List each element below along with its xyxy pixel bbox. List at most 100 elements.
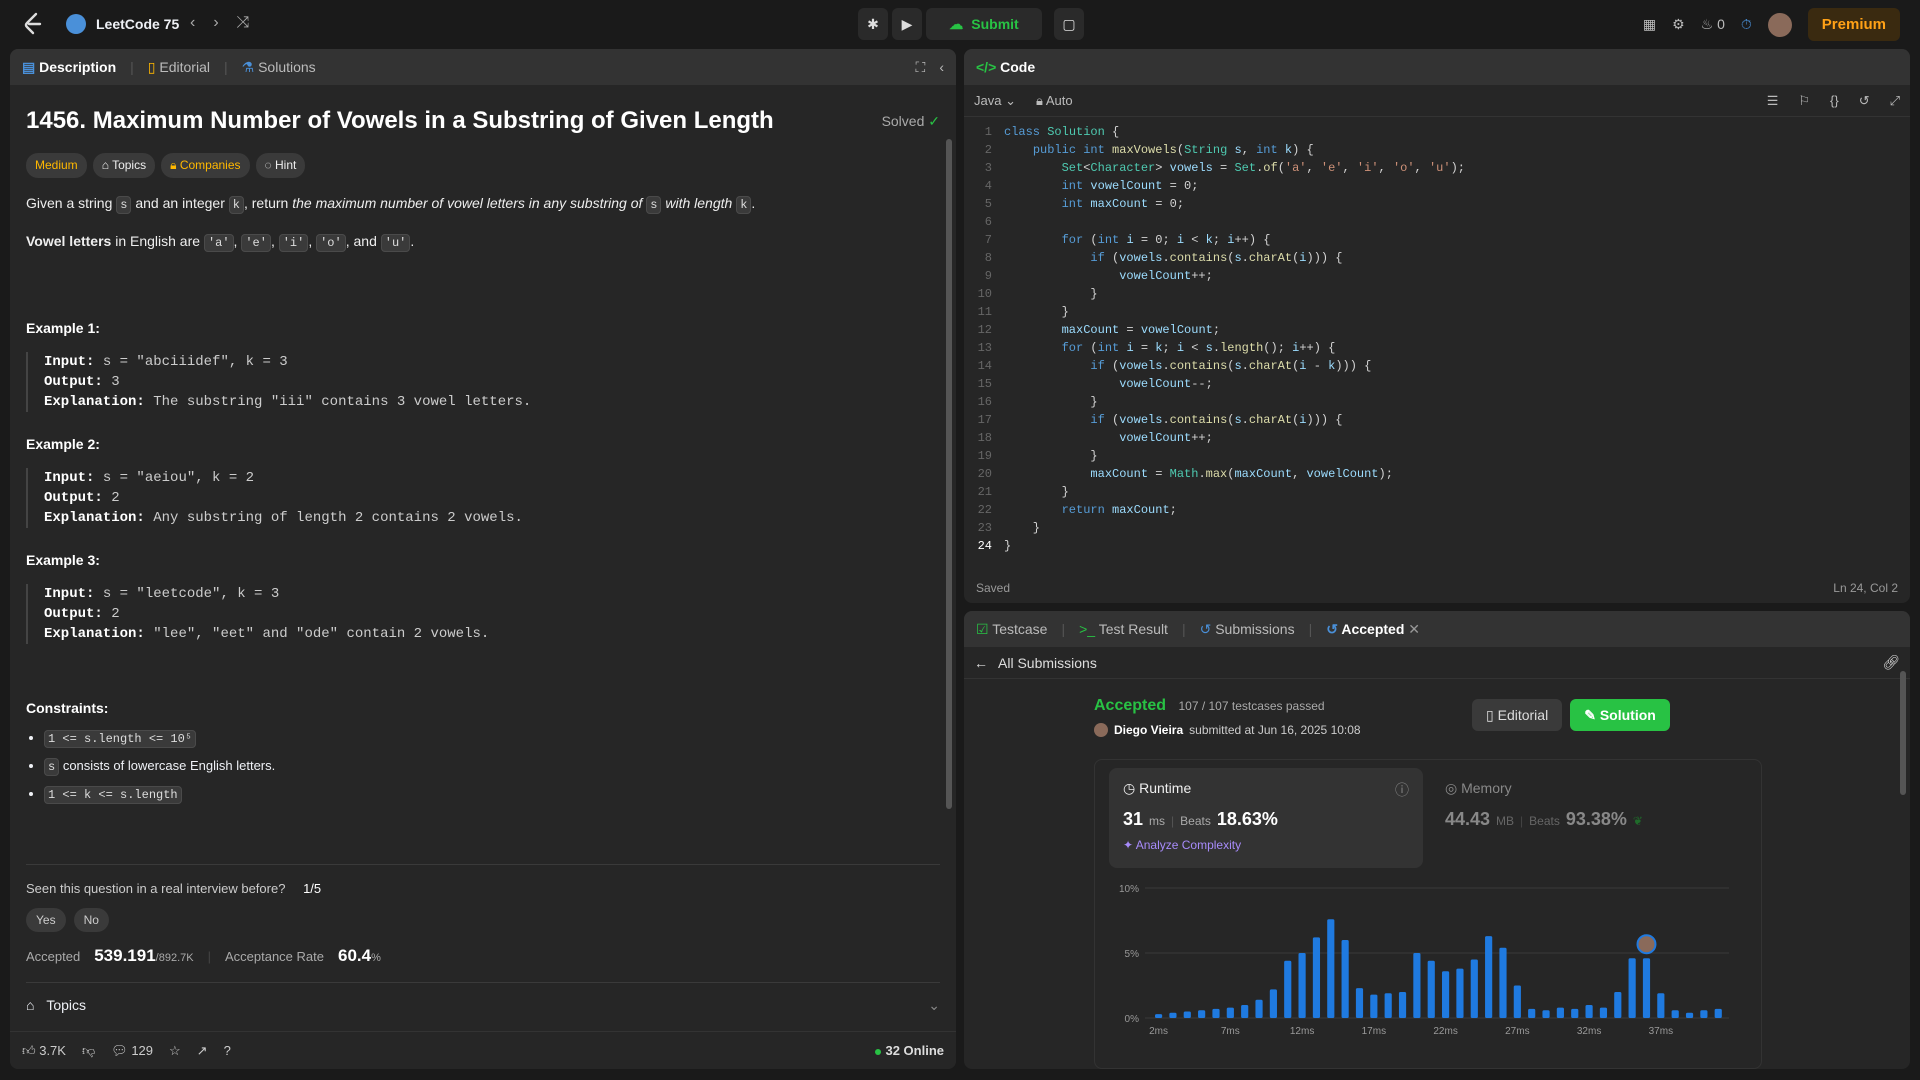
chart-bar	[1255, 999, 1263, 1018]
layout-icon[interactable]: ▦	[1643, 16, 1656, 33]
save-status: Saved	[976, 581, 1011, 595]
chart-bar	[1485, 936, 1493, 1018]
constraint-item: 1 <= s.length <= 10⁵	[44, 730, 940, 748]
back-arrow-icon[interactable]: ←	[974, 655, 988, 671]
flame-icon: ♨	[1700, 16, 1714, 32]
avatar[interactable]	[1767, 12, 1792, 37]
tab-code[interactable]: </> Code	[976, 59, 1035, 75]
yes-button[interactable]: Yes	[26, 908, 66, 932]
chart-bar	[1413, 953, 1421, 1018]
tab-testcase[interactable]: ☑ Testcase	[976, 621, 1047, 638]
constraint-item: s consists of lowercase English letters.	[44, 758, 940, 776]
title-row: 1456. Maximum Number of Vowels in a Subs…	[26, 107, 940, 135]
chart-x-tick-label: 17ms	[1362, 1026, 1386, 1037]
tab-divider: |	[1061, 621, 1066, 637]
all-submissions-link[interactable]: All Submissions	[998, 655, 1097, 671]
editor-status-bar: Saved Ln 24, Col 2	[976, 581, 1898, 595]
chart-bar	[1169, 1012, 1177, 1018]
comment-icon: 💬︎	[111, 1042, 128, 1058]
cursor-position: Ln 24, Col 2	[1833, 581, 1898, 595]
inline-code: s	[116, 196, 132, 214]
topics-tag[interactable]: ⌂ Topics	[92, 153, 156, 178]
code-editor[interactable]: 1 class Solution { 2 public int maxVowels…	[964, 117, 1910, 555]
tab-editorial[interactable]: ▯ Editorial	[148, 59, 210, 76]
result-scrollbar[interactable]	[1900, 671, 1906, 795]
help-icon[interactable]: ?	[224, 1043, 231, 1058]
thumbs-down-icon[interactable]: 👎︎	[82, 1043, 95, 1059]
chart-bar	[1183, 1011, 1191, 1018]
streak-counter[interactable]: ♨ 0	[1701, 16, 1725, 33]
leetcode-logo-icon[interactable]	[22, 12, 44, 36]
tab-accepted[interactable]: ↺ Accepted ✕	[1326, 621, 1420, 638]
collapse-icon[interactable]: ‹	[939, 59, 944, 75]
topics-accordion[interactable]: ⌂ Topics ⌄	[26, 982, 940, 1028]
format-icon[interactable]: ☰	[1767, 93, 1779, 109]
expand-icon[interactable]: ⤢	[1890, 93, 1900, 109]
example-block: Input: s = "abciiidef", k = 3 Output: 3 …	[26, 352, 940, 412]
chart-bar	[1327, 919, 1335, 1018]
maximize-icon[interactable]: ⛶	[916, 59, 926, 76]
hint-tag[interactable]: ◌ Hint	[255, 153, 306, 178]
chart-bar	[1312, 937, 1321, 1018]
debug-button[interactable]: ✱	[858, 8, 888, 40]
acceptance-rate: 60.4	[337, 946, 372, 965]
prev-problem-icon[interactable]: ‹	[190, 14, 195, 32]
user-name[interactable]: Diego Vieira	[1114, 723, 1183, 737]
chart-bar	[1628, 958, 1636, 1018]
problem-title[interactable]: 1456. Maximum Number of Vowels in a Subs…	[26, 107, 774, 135]
bookmark-icon[interactable]: ⚐	[1798, 93, 1810, 109]
companies-tag[interactable]: 🔒︎ Companies	[161, 153, 250, 178]
premium-button[interactable]: Premium	[1807, 8, 1900, 41]
reset-icon[interactable]: ↺	[1859, 93, 1870, 109]
next-problem-icon[interactable]: ›	[213, 14, 218, 32]
constraints-heading: Constraints:	[26, 700, 109, 716]
checkbox-icon: ☑	[976, 620, 989, 637]
info-icon[interactable]: ⓘ	[1395, 780, 1409, 800]
example-block: Input: s = "aeiou", k = 2 Output: 2 Expl…	[26, 468, 940, 528]
tab-divider: |	[1181, 621, 1186, 637]
solution-button[interactable]: ✎ Solution	[1570, 699, 1670, 731]
chart-bar	[1542, 1010, 1550, 1018]
submit-button[interactable]: ☁ Submit	[926, 8, 1042, 40]
tab-description[interactable]: ▤ Description	[22, 59, 116, 76]
analyze-complexity-link[interactable]: ✦ Analyze Complexity	[1123, 838, 1409, 852]
editorial-button[interactable]: ▯ Editorial	[1472, 699, 1563, 731]
runtime-card[interactable]: ◷ Runtime ⓘ 31 ms | Beats 18.63% ✦ Analyz…	[1109, 768, 1423, 868]
sparkle-icon: ✦	[1123, 838, 1134, 852]
memory-card[interactable]: ◎ Memory 44.43 MB | Beats 93.38% ❦	[1445, 780, 1643, 830]
description-panel: ▤ Description | ▯ Editorial | ⚗ Solution…	[10, 49, 956, 1069]
share-icon[interactable]: ↗	[197, 1043, 208, 1059]
edit-icon: ✎	[1584, 706, 1596, 723]
document-icon: ▤	[22, 58, 36, 75]
memory-beats: 93.38%	[1565, 809, 1627, 829]
star-icon[interactable]: ☆	[169, 1043, 181, 1059]
tab-solutions[interactable]: ⚗ Solutions	[242, 59, 316, 76]
close-icon[interactable]: ✕	[1408, 621, 1420, 637]
braces-icon[interactable]: {}	[1830, 93, 1839, 108]
code-panel: </> Code Java ⌄ 🔒︎ Auto ☰ ⚐ {} ↺ ⤢ 1 clas…	[964, 49, 1910, 603]
interview-count: 1/5	[303, 881, 322, 896]
chart-bar	[1685, 1012, 1694, 1018]
gear-icon[interactable]: ⚙	[1672, 16, 1685, 33]
autocomplete-mode[interactable]: 🔒︎ Auto	[1036, 93, 1073, 109]
timer-icon[interactable]: ⏱	[1741, 16, 1752, 33]
terminal-icon: >_	[1079, 621, 1096, 637]
like-button[interactable]: 👍︎ 3.7K	[22, 1043, 66, 1059]
language-select[interactable]: Java ⌄	[974, 93, 1016, 109]
chart-x-tick-label: 12ms	[1290, 1026, 1314, 1037]
comments-button[interactable]: 💬︎ 129	[111, 1043, 153, 1059]
description-scrollbar[interactable]	[946, 139, 952, 809]
result-panel: ☑ Testcase | >_ Test Result | ↺ Submissi…	[964, 611, 1910, 1069]
no-button[interactable]: No	[73, 908, 109, 932]
tab-submissions[interactable]: ↺ Submissions	[1200, 621, 1295, 638]
run-button[interactable]: ▶	[892, 8, 922, 40]
link-icon[interactable]: 🔗︎	[1882, 654, 1900, 671]
tab-test-result[interactable]: >_ Test Result	[1079, 621, 1168, 637]
shuffle-icon[interactable]: ⤨	[237, 14, 250, 32]
problem-list-selector[interactable]: LeetCode 75	[66, 14, 179, 34]
accepted-count: 539.191	[94, 946, 156, 965]
chart-x-tick-label: 27ms	[1505, 1026, 1529, 1037]
tab-divider: |	[130, 59, 134, 75]
online-count: 32 Online	[875, 1043, 944, 1058]
notes-button[interactable]: ▢	[1054, 8, 1084, 40]
